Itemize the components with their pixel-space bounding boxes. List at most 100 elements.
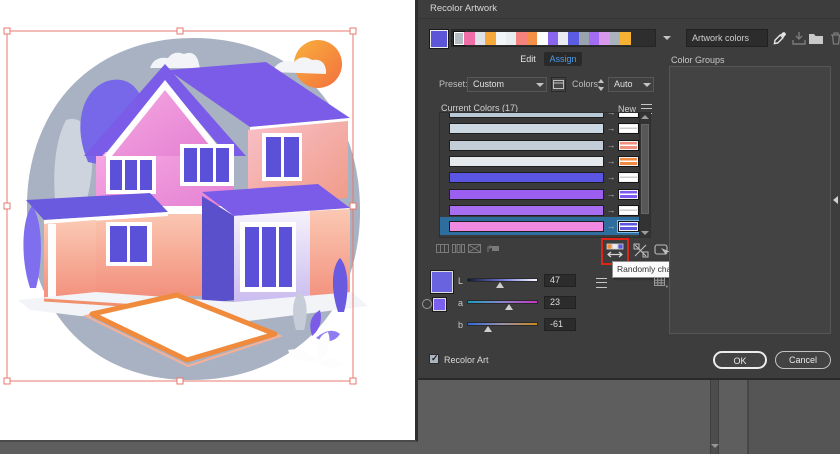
strip-swatch[interactable]: [568, 31, 579, 45]
new-color-swatch[interactable]: [618, 123, 639, 135]
preset-options-button[interactable]: [551, 77, 566, 92]
randomly-change-saturation-brightness-button[interactable]: [633, 243, 649, 258]
panel-background: [749, 380, 840, 454]
step-down-icon: [598, 87, 604, 91]
strip-swatch[interactable]: [609, 31, 621, 45]
recolor-art-checkbox[interactable]: [429, 353, 439, 364]
preset-dropdown[interactable]: Custom: [467, 77, 547, 92]
slider-track[interactable]: [467, 300, 538, 304]
color-library-combobox[interactable]: Artwork colors: [686, 29, 768, 47]
active-color-swatch[interactable]: [429, 29, 449, 49]
current-color-bar[interactable]: [449, 221, 604, 233]
app-screen: Recolor Artwork Artwork colors Edit Assi…: [0, 0, 840, 454]
current-color-bar[interactable]: [449, 123, 604, 135]
new-color-swatch[interactable]: [618, 188, 639, 200]
current-color-bar[interactable]: [449, 139, 604, 151]
scroll-down-icon[interactable]: [711, 444, 719, 448]
color-groups-panel[interactable]: [669, 66, 831, 334]
strip-swatch[interactable]: [454, 31, 465, 45]
strip-swatch[interactable]: [589, 31, 600, 45]
chevron-down-icon: [663, 36, 671, 40]
exclude-colors-icon: [468, 244, 481, 253]
arrow-right-icon: [605, 172, 617, 183]
strip-swatch[interactable]: [516, 31, 527, 45]
strip-swatch[interactable]: [537, 31, 548, 45]
strip-swatch[interactable]: [599, 31, 610, 45]
slider-thumb[interactable]: [496, 282, 505, 288]
arrow-right-icon: [605, 205, 617, 216]
scrollbar-thumb[interactable]: [641, 124, 649, 214]
current-color-bar[interactable]: [449, 188, 604, 200]
ok-button[interactable]: OK: [713, 351, 767, 369]
current-color-bar[interactable]: [449, 155, 604, 167]
arrow-right-icon: [605, 156, 617, 167]
artboard[interactable]: [0, 0, 418, 442]
trash-icon: [831, 32, 840, 45]
arrow-right-icon: [605, 221, 617, 232]
slider-value-field[interactable]: 47: [544, 274, 576, 287]
strip-swatch[interactable]: [485, 31, 496, 45]
dialog-title: Recolor Artwork: [430, 3, 498, 14]
slider-thumb[interactable]: [505, 304, 514, 310]
arrow-right-icon: [605, 123, 617, 134]
chevron-down-icon: [643, 83, 651, 87]
tab-edit[interactable]: Edit: [515, 52, 541, 66]
list-scrollbar[interactable]: [639, 113, 650, 237]
new-color-swatch[interactable]: [617, 220, 640, 234]
color-mode-menu-icon[interactable]: [596, 278, 607, 288]
strip-swatch[interactable]: [547, 31, 558, 45]
title-divider: [418, 18, 840, 19]
strip-swatch[interactable]: [620, 31, 631, 45]
step-up-icon: [598, 79, 604, 83]
new-color-swatch[interactable]: [618, 172, 639, 184]
link-colors-icon[interactable]: [422, 299, 432, 309]
save-swatches-icon: [792, 32, 806, 45]
linked-color-swatch[interactable]: [432, 297, 447, 312]
house-illustration[interactable]: [0, 0, 415, 440]
current-color-bar[interactable]: [449, 113, 604, 118]
swatch-strip[interactable]: [451, 29, 656, 47]
new-color-swatch[interactable]: [618, 155, 639, 167]
strip-swatch[interactable]: [464, 31, 475, 45]
separate-colors-icon: [452, 244, 465, 253]
current-colors-list[interactable]: [439, 112, 651, 238]
slider-value-field[interactable]: 23: [544, 296, 576, 309]
slider-thumb[interactable]: [484, 326, 493, 332]
merge-colors-icon: [436, 244, 449, 253]
new-row-icon: [487, 245, 499, 252]
eyedropper-icon[interactable]: [772, 30, 788, 46]
folder-icon[interactable]: [808, 30, 824, 46]
document-scrollbar[interactable]: [710, 380, 719, 454]
strip-swatch[interactable]: [526, 31, 538, 45]
recolor-art-label: Recolor Art: [444, 355, 489, 365]
arrow-right-icon: [605, 140, 617, 151]
swatch-strip-dropdown[interactable]: [658, 29, 675, 47]
colors-value: Auto: [614, 79, 633, 89]
new-color-swatch[interactable]: [618, 204, 639, 216]
current-color-bar[interactable]: [449, 204, 604, 216]
preset-value: Custom: [473, 79, 505, 89]
grid-cursor-icon: [654, 277, 668, 288]
current-color-bar[interactable]: [449, 172, 604, 184]
chevron-down-icon: [536, 83, 544, 87]
selected-color-swatch[interactable]: [430, 270, 454, 294]
colors-stepper[interactable]: [597, 78, 606, 92]
new-color-swatch[interactable]: [618, 113, 639, 118]
scroll-up-icon[interactable]: [641, 115, 649, 119]
strip-swatch[interactable]: [495, 31, 506, 45]
colors-dropdown[interactable]: Auto: [608, 77, 654, 92]
strip-swatch[interactable]: [505, 31, 517, 45]
strip-swatch[interactable]: [557, 31, 569, 45]
arrow-right-icon: [605, 189, 617, 200]
cancel-button[interactable]: Cancel: [775, 351, 831, 369]
color-groups-label: Color Groups: [671, 55, 725, 65]
tab-assign[interactable]: Assign: [544, 52, 582, 66]
panel-resize-gripper-icon[interactable]: [833, 196, 838, 204]
slider-value-field[interactable]: -61: [544, 318, 576, 331]
arrow-right-icon: [605, 113, 617, 118]
slider-track[interactable]: [467, 322, 538, 326]
new-color-swatch[interactable]: [618, 139, 639, 151]
scroll-down-icon[interactable]: [641, 231, 649, 235]
strip-swatch[interactable]: [474, 31, 486, 45]
strip-swatch[interactable]: [578, 31, 590, 45]
